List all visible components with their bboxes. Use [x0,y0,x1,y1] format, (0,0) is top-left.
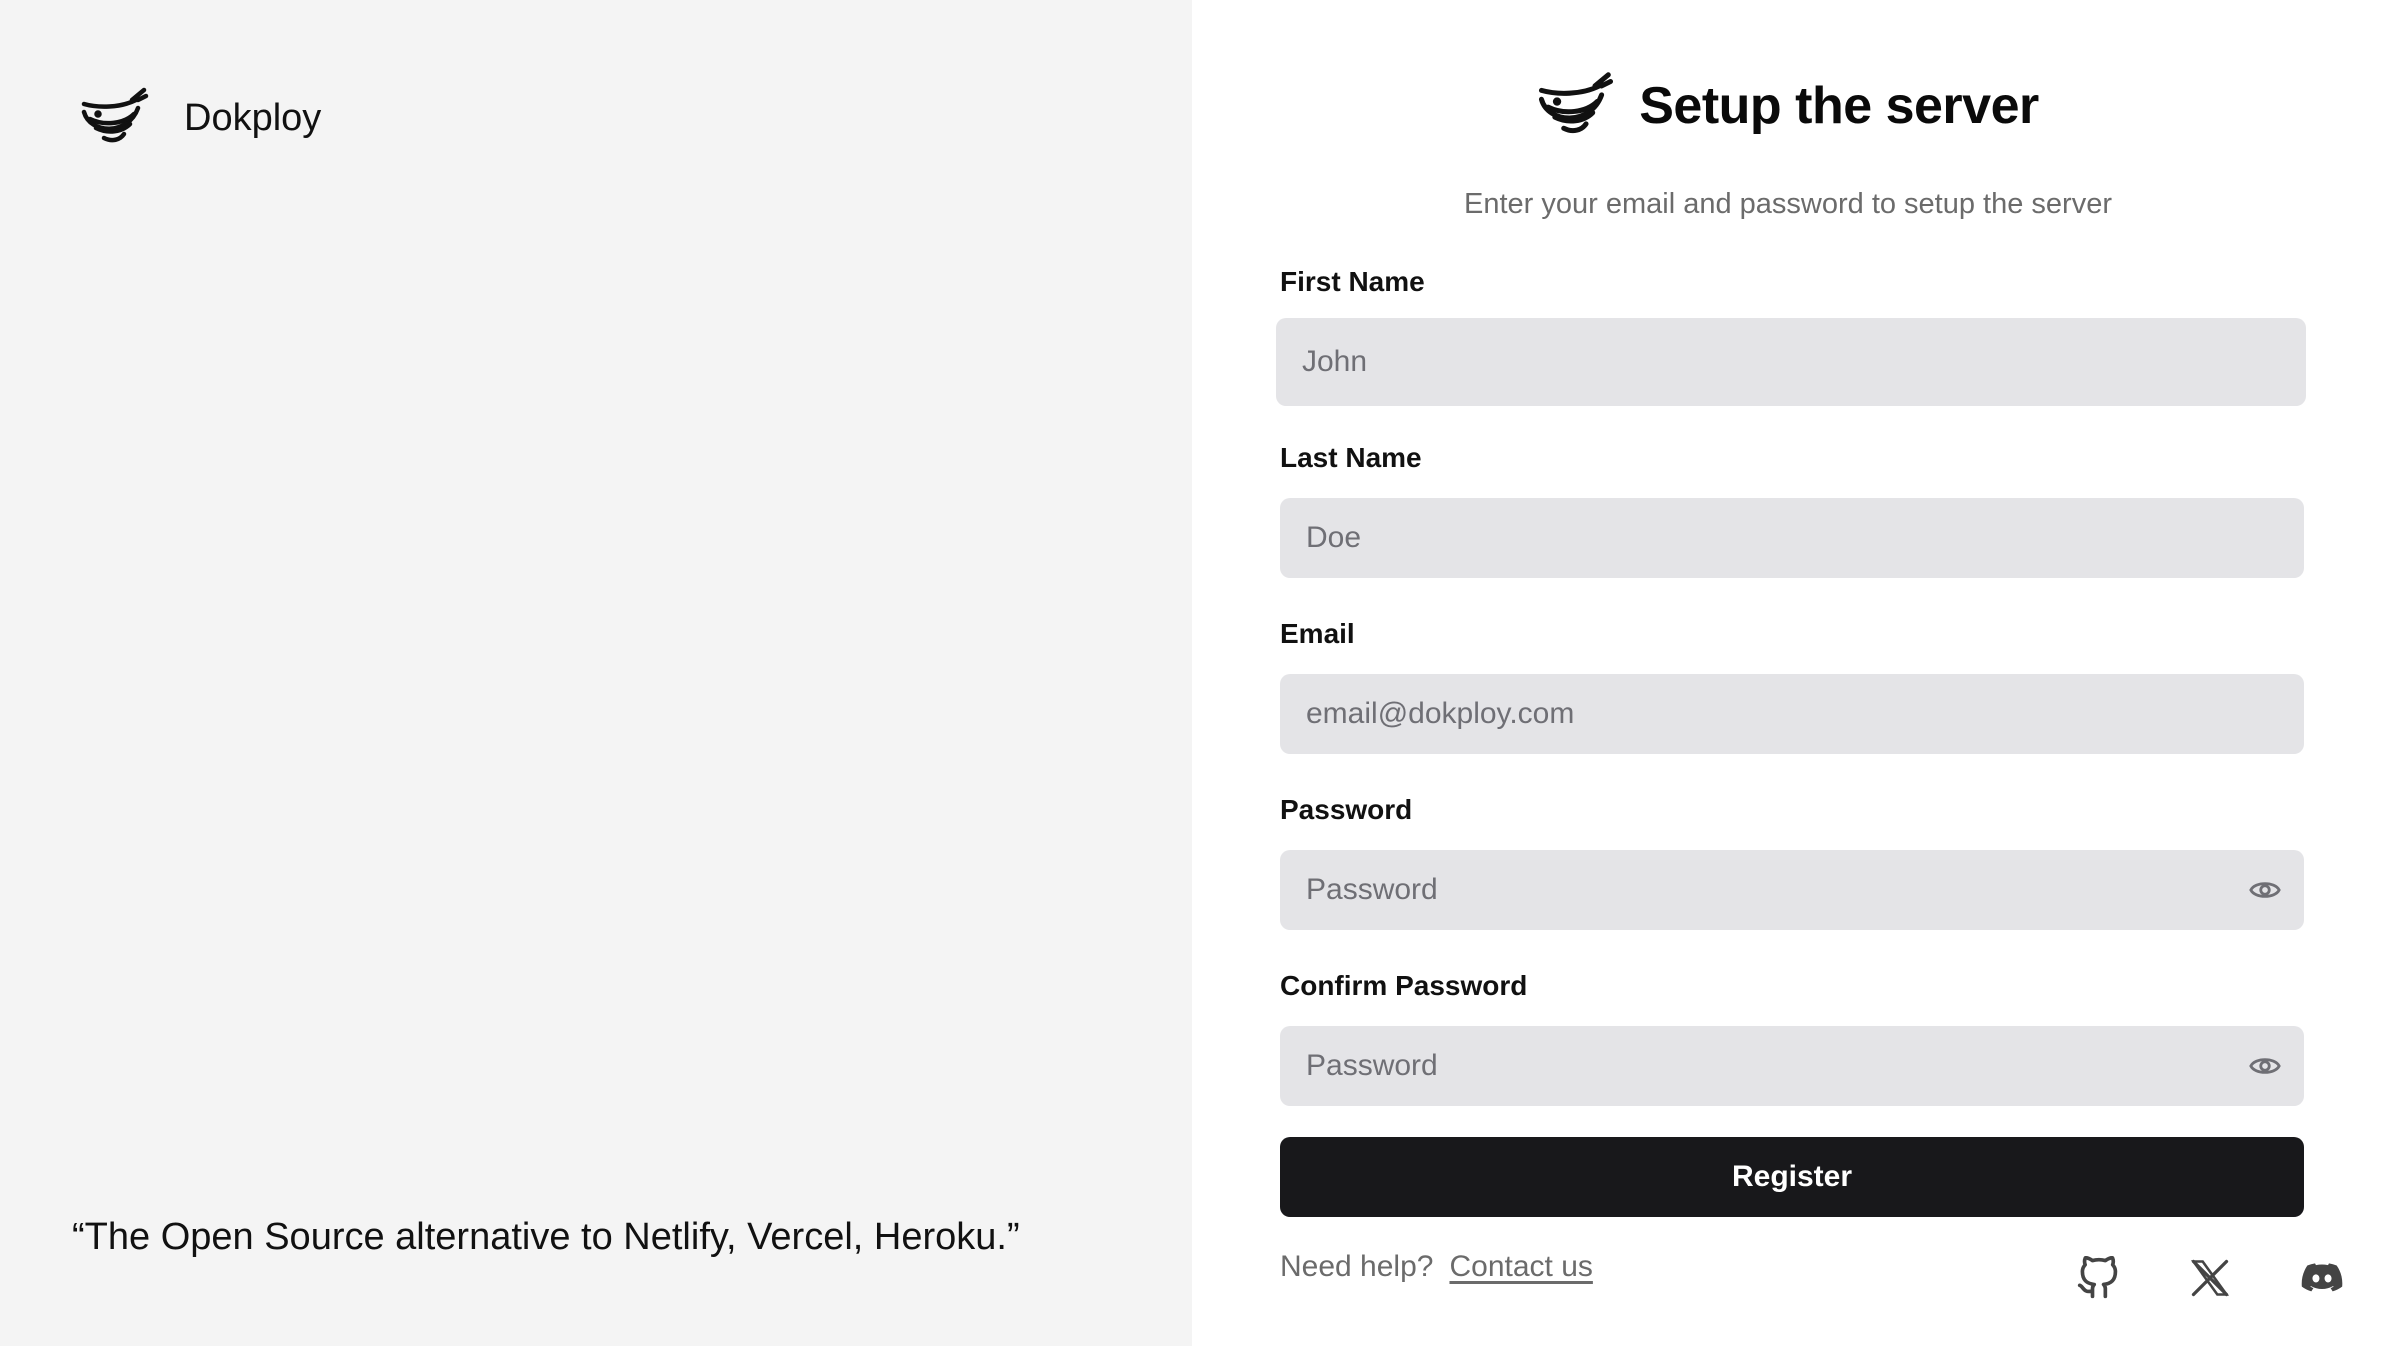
email-field-wrapper [1280,674,2304,754]
x-icon[interactable] [2188,1256,2232,1300]
first-name-input[interactable] [1300,344,2306,380]
last-name-field-wrapper [1280,498,2304,578]
email-label: Email [1280,618,1355,649]
password-label: Password [1280,794,1413,825]
show-confirm-password-eye-icon[interactable] [2248,1049,2282,1083]
page-title: Setup the server [1639,77,2039,135]
contact-us-link[interactable]: Contact us [1449,1250,1592,1284]
setup-panel: Setup the server Enter your email and pa… [1192,0,2384,1346]
tagline-quote: “The Open Source alternative to Netlify,… [72,1216,1020,1258]
help-text: Need help? [1280,1250,1434,1283]
email-input[interactable] [1304,696,2304,732]
confirm-password-field-wrapper [1280,1026,2304,1106]
help-row: Need help? Contact us [1280,1250,1593,1284]
first-name-label: First Name [1280,266,1425,297]
first-name-field-wrapper [1276,318,2306,406]
page-subtitle: Enter your email and password to setup t… [1464,188,2112,220]
page-header: Setup the server [1192,70,2384,142]
github-icon[interactable] [2076,1256,2120,1300]
brand-header[interactable]: Dokploy [80,86,321,150]
confirm-password-input[interactable] [1304,1048,2304,1084]
brand-name: Dokploy [184,96,322,139]
confirm-password-label: Confirm Password [1280,970,1528,1001]
last-name-label: Last Name [1280,442,1422,473]
register-button[interactable]: Register [1280,1137,2304,1217]
password-input[interactable] [1304,872,2304,908]
last-name-input[interactable] [1304,520,2304,556]
brand-panel: Dokploy “The Open Source alternative to … [0,0,1192,1346]
dokploy-logo-icon [81,87,149,143]
password-field-wrapper [1280,850,2304,930]
dokploy-logo-icon [1539,72,1614,134]
show-password-eye-icon[interactable] [2248,873,2282,907]
discord-icon[interactable] [2298,1256,2346,1300]
